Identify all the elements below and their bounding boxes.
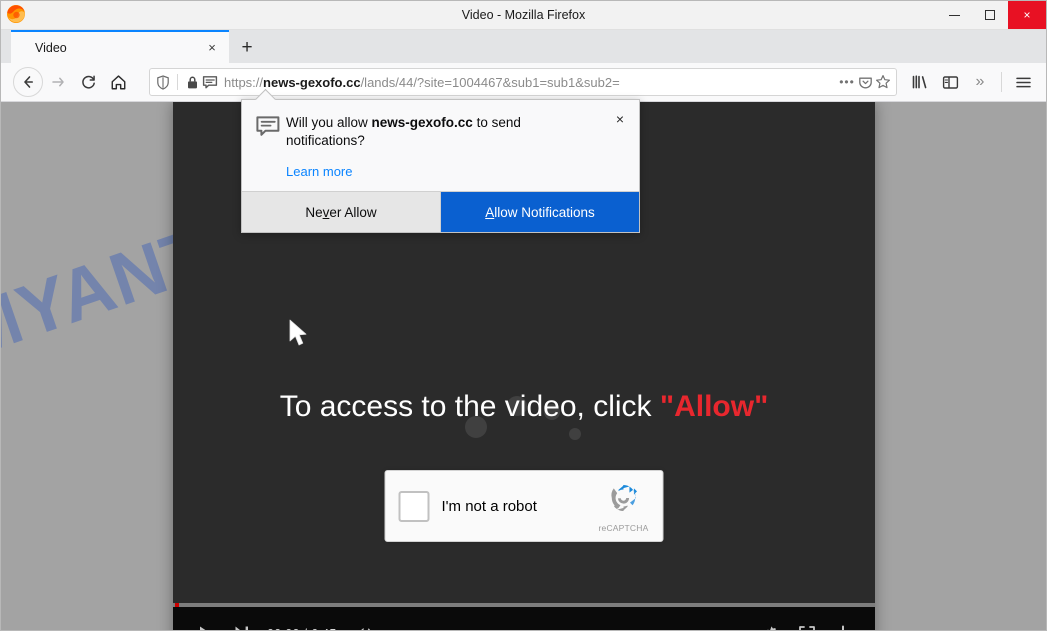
- padlock-icon[interactable]: [183, 73, 201, 91]
- arrow-right-icon: [52, 77, 64, 87]
- never-allow-post: er Allow: [329, 204, 377, 220]
- question-prefix: Will you allow: [286, 115, 372, 130]
- volume-icon: [360, 628, 370, 630]
- tab-label: Video: [35, 40, 67, 55]
- page-actions-icon[interactable]: •••: [838, 73, 856, 91]
- video-headline: To access to the video, click "Allow": [173, 390, 875, 424]
- recaptcha-brand: reCAPTCHA: [587, 480, 663, 533]
- toolbar-right-buttons: »: [905, 67, 1038, 97]
- gear-icon: [766, 625, 776, 630]
- recaptcha-label: I'm not a robot: [441, 497, 537, 515]
- url-path: /lands/44/?site=1004467&sub1=sub1&sub2=: [360, 74, 620, 90]
- url-text[interactable]: https://news-gexofo.cc/lands/44/?site=10…: [224, 75, 838, 90]
- download-icon: [842, 625, 844, 630]
- fullscreen-button[interactable]: [789, 616, 825, 630]
- title-bar: Video - Mozilla Firefox ×: [1, 1, 1046, 30]
- doorhanger-question: Will you allow news-gexofo.cc to send no…: [286, 114, 601, 150]
- url-scheme: https://: [224, 74, 264, 90]
- doorhanger-buttons: Ne v er Allow Allow Notifications: [242, 191, 639, 232]
- tab-close-icon[interactable]: ×: [201, 37, 223, 59]
- pocket-icon[interactable]: [856, 73, 874, 91]
- never-allow-accel: v: [322, 204, 330, 220]
- settings-button[interactable]: [753, 616, 789, 630]
- play-icon: [199, 626, 205, 630]
- firefox-logo-icon: [7, 5, 25, 23]
- maximize-button[interactable]: [972, 1, 1008, 29]
- arrow-left-icon: [24, 76, 33, 88]
- reload-icon: [81, 75, 95, 89]
- back-button[interactable]: [13, 67, 43, 97]
- recaptcha-checkbox[interactable]: [398, 490, 430, 522]
- never-allow-button[interactable]: Ne v er Allow: [242, 192, 440, 232]
- skip-next-icon: [235, 626, 248, 630]
- toolbar-divider: [1001, 72, 1002, 92]
- video-controls-bar: 00:00 / 6:45: [173, 603, 875, 630]
- recaptcha-brand-name: reCAPTCHA: [598, 522, 649, 533]
- allow-notifications-button[interactable]: Allow Notifications: [440, 192, 639, 232]
- never-allow-pre: Ne: [305, 204, 323, 220]
- tracking-protection-shield-icon[interactable]: [154, 73, 172, 91]
- doorhanger-close-icon[interactable]: ×: [609, 108, 631, 130]
- reload-button[interactable]: [73, 67, 103, 97]
- volume-button[interactable]: [347, 616, 383, 630]
- overflow-chevron-icon[interactable]: »: [965, 67, 995, 97]
- hamburger-menu-icon[interactable]: [1008, 67, 1038, 97]
- window-controls: ×: [936, 1, 1046, 29]
- new-tab-button[interactable]: +: [231, 33, 263, 63]
- notification-permission-doorhanger: Will you allow news-gexofo.cc to send no…: [241, 88, 640, 233]
- question-host: news-gexofo.cc: [371, 115, 473, 130]
- close-window-button[interactable]: ×: [1008, 1, 1046, 29]
- notification-bubble-icon: [256, 114, 286, 179]
- allow-post: llow Notifications: [494, 204, 595, 220]
- next-video-button[interactable]: [223, 616, 259, 630]
- sidebar-icon[interactable]: [935, 67, 965, 97]
- library-icon[interactable]: [905, 67, 935, 97]
- notification-permission-icon[interactable]: [201, 73, 219, 91]
- learn-more-link[interactable]: Learn more: [286, 164, 601, 179]
- navigation-toolbar: https://news-gexofo.cc/lands/44/?site=10…: [1, 63, 1046, 102]
- home-button[interactable]: [103, 67, 133, 97]
- recaptcha-widget[interactable]: I'm not a robot reCAPTCHA: [384, 470, 664, 542]
- tab-strip: Video × +: [1, 30, 1046, 63]
- video-time-display: 00:00 / 6:45: [267, 627, 337, 630]
- play-button[interactable]: [187, 616, 223, 630]
- window-title: Video - Mozilla Firefox: [461, 8, 586, 22]
- recaptcha-logo-icon: [611, 484, 637, 511]
- fullscreen-icon: [799, 626, 815, 630]
- url-actions: •••: [838, 73, 892, 91]
- headline-prefix: To access to the video, click: [279, 390, 660, 423]
- allow-accel: A: [485, 204, 495, 220]
- download-button[interactable]: [825, 616, 861, 630]
- identity-divider: [177, 74, 178, 90]
- headline-allow-word: "Allow": [659, 390, 769, 423]
- identity-box[interactable]: [154, 73, 219, 91]
- firefox-browser-window: Video - Mozilla Firefox × Video × + http…: [0, 0, 1047, 631]
- bookmark-star-icon[interactable]: [874, 73, 892, 91]
- tab-video[interactable]: Video ×: [11, 30, 229, 63]
- forward-button[interactable]: [43, 67, 73, 97]
- home-icon: [111, 74, 125, 89]
- minimize-button[interactable]: [936, 1, 972, 29]
- url-host: news-gexofo.cc: [263, 74, 361, 90]
